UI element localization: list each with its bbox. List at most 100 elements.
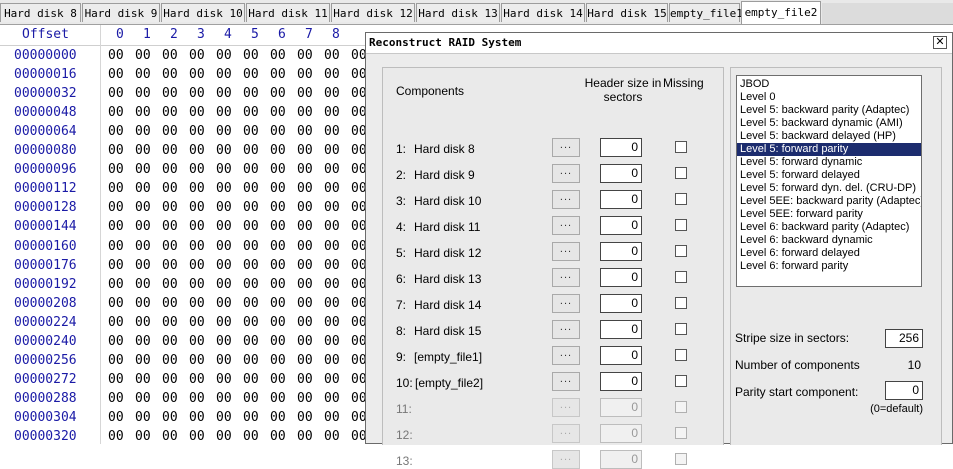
hex-byte[interactable]: 00 (108, 105, 135, 120)
hex-row[interactable]: 00 00 00 00 00 00 00 00 00 00 (108, 200, 378, 215)
hex-byte[interactable]: 00 (189, 200, 216, 215)
hex-byte[interactable]: 00 (216, 162, 243, 177)
hex-byte[interactable]: 00 (189, 258, 216, 273)
tab-hard-disk-11[interactable]: Hard disk 11 (246, 3, 330, 22)
hex-byte[interactable]: 00 (135, 315, 162, 330)
hex-byte[interactable]: 00 (243, 67, 270, 82)
hex-byte[interactable]: 00 (108, 315, 135, 330)
hex-byte[interactable]: 00 (243, 353, 270, 368)
hex-byte[interactable]: 00 (162, 315, 189, 330)
hex-byte[interactable]: 00 (216, 86, 243, 101)
hex-byte[interactable]: 00 (297, 181, 324, 196)
hex-byte[interactable]: 00 (297, 200, 324, 215)
hex-byte[interactable]: 00 (189, 105, 216, 120)
hex-byte[interactable]: 00 (297, 391, 324, 406)
hex-byte[interactable]: 00 (162, 334, 189, 349)
raid-level-option[interactable]: Level 6: backward parity (Adaptec) (737, 221, 921, 234)
missing-checkbox[interactable] (675, 375, 687, 387)
hex-byte[interactable]: 00 (270, 67, 297, 82)
hex-byte[interactable]: 00 (216, 105, 243, 120)
hex-byte[interactable]: 00 (324, 353, 351, 368)
hex-byte[interactable]: 00 (162, 67, 189, 82)
raid-level-option[interactable]: Level 5: backward parity (Adaptec) (737, 104, 921, 117)
hex-row[interactable]: 00 00 00 00 00 00 00 00 00 00 (108, 429, 378, 444)
hex-byte[interactable]: 00 (270, 181, 297, 196)
hex-byte[interactable]: 00 (216, 410, 243, 425)
hex-byte[interactable]: 00 (270, 219, 297, 234)
parity-start-input[interactable]: 0 (885, 381, 923, 400)
raid-level-listbox[interactable]: JBOD Level 0 Level 5: backward parity (Ada… (736, 75, 922, 287)
header-size-input[interactable]: 0 (600, 216, 642, 235)
hex-byte[interactable]: 00 (216, 353, 243, 368)
hex-byte[interactable]: 00 (324, 315, 351, 330)
hex-byte[interactable]: 00 (135, 239, 162, 254)
raid-level-option[interactable]: Level 5EE: backward parity (Adaptec) (737, 195, 921, 208)
hex-byte[interactable]: 00 (324, 429, 351, 444)
hex-byte[interactable]: 00 (108, 86, 135, 101)
header-size-input[interactable]: 0 (600, 190, 642, 209)
hex-byte[interactable]: 00 (189, 391, 216, 406)
tab-empty-file1[interactable]: empty_file1 (669, 3, 743, 22)
browse-component-button[interactable]: ... (552, 346, 580, 365)
hex-byte[interactable]: 00 (189, 219, 216, 234)
hex-byte[interactable]: 00 (297, 67, 324, 82)
hex-byte[interactable]: 00 (162, 124, 189, 139)
hex-byte[interactable]: 00 (216, 200, 243, 215)
hex-byte[interactable]: 00 (135, 277, 162, 292)
hex-byte[interactable]: 00 (135, 334, 162, 349)
tab-hard-disk-10[interactable]: Hard disk 10 (161, 3, 245, 22)
hex-byte[interactable]: 00 (243, 258, 270, 273)
raid-level-option[interactable]: Level 5: forward parity (737, 143, 921, 156)
hex-row[interactable]: 00 00 00 00 00 00 00 00 00 00 (108, 315, 378, 330)
hex-byte[interactable]: 00 (243, 277, 270, 292)
close-button[interactable]: ✕ (933, 36, 947, 49)
hex-row[interactable]: 00 00 00 00 00 00 00 00 00 00 (108, 239, 378, 254)
tab-hard-disk-13[interactable]: Hard disk 13 (416, 3, 500, 22)
hex-row[interactable]: 00 00 00 00 00 00 00 00 00 00 (108, 67, 378, 82)
hex-byte[interactable]: 00 (297, 372, 324, 387)
hex-byte[interactable]: 00 (324, 105, 351, 120)
missing-checkbox[interactable] (675, 323, 687, 335)
hex-byte[interactable]: 00 (270, 124, 297, 139)
hex-byte[interactable]: 00 (324, 277, 351, 292)
browse-component-button[interactable]: ... (552, 216, 580, 235)
hex-byte[interactable]: 00 (135, 48, 162, 63)
hex-byte[interactable]: 00 (216, 219, 243, 234)
raid-level-option[interactable]: Level 5: backward dynamic (AMI) (737, 117, 921, 130)
hex-byte[interactable]: 00 (162, 429, 189, 444)
tab-hard-disk-9[interactable]: Hard disk 9 (82, 3, 160, 22)
hex-byte[interactable]: 00 (324, 48, 351, 63)
hex-byte[interactable]: 00 (270, 200, 297, 215)
hex-byte[interactable]: 00 (270, 143, 297, 158)
hex-byte[interactable]: 00 (324, 239, 351, 254)
hex-byte[interactable]: 00 (108, 391, 135, 406)
hex-byte[interactable]: 00 (270, 239, 297, 254)
hex-byte[interactable]: 00 (162, 258, 189, 273)
missing-checkbox[interactable] (675, 297, 687, 309)
hex-row[interactable]: 00 00 00 00 00 00 00 00 00 00 (108, 124, 378, 139)
hex-byte[interactable]: 00 (216, 372, 243, 387)
hex-row[interactable]: 00 00 00 00 00 00 00 00 00 00 (108, 162, 378, 177)
hex-byte[interactable]: 00 (108, 219, 135, 234)
hex-byte[interactable]: 00 (108, 353, 135, 368)
hex-byte[interactable]: 00 (162, 391, 189, 406)
hex-byte[interactable]: 00 (216, 181, 243, 196)
hex-byte[interactable]: 00 (324, 181, 351, 196)
browse-component-button[interactable]: ... (552, 450, 580, 469)
header-size-input[interactable]: 0 (600, 294, 642, 313)
hex-row[interactable]: 00 00 00 00 00 00 00 00 00 00 (108, 410, 378, 425)
hex-row[interactable]: 00 00 00 00 00 00 00 00 00 00 (108, 143, 378, 158)
hex-byte[interactable]: 00 (216, 239, 243, 254)
hex-byte[interactable]: 00 (270, 372, 297, 387)
header-size-input[interactable]: 0 (600, 242, 642, 261)
hex-byte[interactable]: 00 (270, 353, 297, 368)
hex-byte[interactable]: 00 (135, 410, 162, 425)
browse-component-button[interactable]: ... (552, 242, 580, 261)
hex-byte[interactable]: 00 (216, 334, 243, 349)
hex-byte[interactable]: 00 (189, 429, 216, 444)
hex-byte[interactable]: 00 (297, 48, 324, 63)
header-size-input[interactable]: 0 (600, 346, 642, 365)
hex-byte[interactable]: 00 (162, 353, 189, 368)
hex-byte[interactable]: 00 (162, 410, 189, 425)
missing-checkbox[interactable] (675, 219, 687, 231)
